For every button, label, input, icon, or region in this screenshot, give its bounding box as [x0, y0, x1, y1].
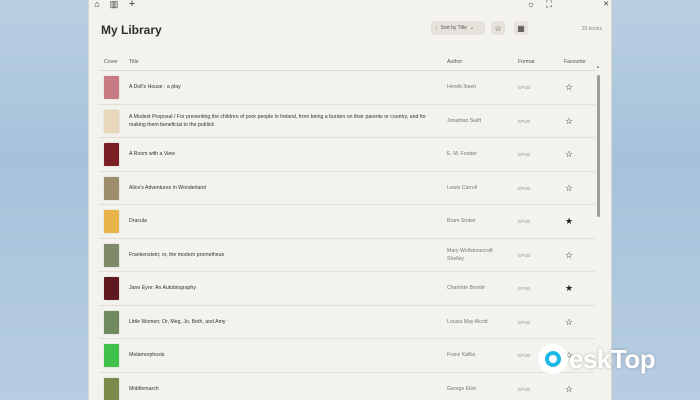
app-window: ⌂ ▥ + ☼ ⛶ ✕ My Library ↕ Sort by Title ⌄… [88, 0, 612, 400]
favourite-star-filled-icon[interactable]: ★ [565, 272, 573, 305]
book-cover[interactable] [104, 277, 119, 300]
header-favourite[interactable]: Favourite [564, 59, 586, 65]
favourite-star-icon[interactable]: ☆ [565, 105, 573, 138]
favourite-star-icon[interactable]: ☆ [565, 138, 573, 171]
books-table: Cover Title Author Format Favourite A Do… [99, 55, 595, 400]
favourite-star-icon[interactable]: ☆ [565, 71, 573, 104]
library-header: My Library ↕ Sort by Title ⌄ ☆ ▦ 20 book… [89, 14, 611, 44]
book-title[interactable]: A Room with a View [129, 138, 429, 171]
add-icon[interactable]: + [127, 0, 137, 10]
library-icon[interactable]: ▥ [109, 0, 119, 10]
book-title[interactable]: Dracula [129, 205, 429, 238]
table-row[interactable]: Metamorphosis Franz Kafka EPUB ☆ [99, 339, 595, 373]
star-outline-icon: ☆ [494, 23, 502, 33]
table-header: Cover Title Author Format Favourite [99, 55, 595, 71]
table-row[interactable]: Middlemarch George Eliot EPUB ☆ [99, 373, 595, 400]
view-toggle-button[interactable]: ▦ [514, 21, 528, 35]
table-row[interactable]: Alice's Adventures in Wonderland Lewis Ca… [99, 172, 595, 205]
header-format[interactable]: Format [518, 59, 534, 65]
watermark-logo-icon [538, 344, 568, 374]
scroll-thumb[interactable] [597, 75, 600, 217]
watermark-text: eskTop [569, 343, 656, 374]
sort-label: Sort by Title [440, 25, 467, 31]
book-author: E. M. Forster [447, 151, 477, 158]
book-cover[interactable] [104, 109, 119, 133]
book-format: EPUB [518, 185, 531, 191]
book-title[interactable]: A Doll's House : a play [129, 71, 429, 104]
book-author: Franz Kafka [447, 352, 475, 359]
book-author: Bram Stoker [447, 218, 476, 225]
close-icon[interactable]: ✕ [601, 0, 611, 10]
table-row[interactable]: Little Women; Or, Meg, Jo, Beth, and Amy… [99, 306, 595, 339]
favourite-star-filled-icon[interactable]: ★ [565, 205, 573, 238]
table-row[interactable]: Frankenstein; or, the modern prometheus M… [99, 239, 595, 272]
table-body: A Doll's House : a play Henrik Ibsen EPUB ☆… [99, 71, 595, 400]
book-format: EPUB [518, 353, 531, 358]
book-cover[interactable] [104, 344, 119, 367]
book-format: EPUB [518, 252, 531, 258]
book-format: EPUB [518, 286, 531, 291]
book-cover[interactable] [104, 243, 119, 267]
header-cover[interactable]: Cover [104, 59, 118, 65]
book-format: EPUB [518, 118, 531, 124]
watermark: eskTop [538, 341, 656, 377]
header-title[interactable]: Title [129, 59, 139, 65]
home-icon[interactable]: ⌂ [92, 0, 102, 10]
book-format: EPUB [518, 319, 531, 325]
grid-view-icon: ▦ [517, 23, 525, 33]
book-format: EPUB [518, 85, 531, 90]
book-cover[interactable] [104, 210, 119, 233]
favourite-star-icon[interactable]: ☆ [565, 172, 573, 205]
book-format: EPUB [518, 152, 531, 157]
book-title[interactable]: Alice's Adventures in Wonderland [129, 172, 429, 205]
book-title[interactable]: Frankenstein; or, the modern prometheus [129, 239, 429, 272]
table-row[interactable]: A Room with a View E. M. Forster EPUB ☆ [99, 138, 595, 172]
book-cover[interactable] [104, 176, 119, 200]
book-cover[interactable] [104, 377, 119, 400]
table-row[interactable]: Jane Eyre: An Autobiography Charlotte Bro… [99, 272, 595, 306]
table-row[interactable]: Dracula Bram Stoker EPUB ★ [99, 205, 595, 239]
scroll-up-icon[interactable]: ▲ [596, 64, 600, 69]
book-title[interactable]: A Modest Proposal / For preventing the c… [129, 105, 429, 138]
book-format: EPUB [518, 386, 531, 392]
theme-icon[interactable]: ☼ [526, 0, 536, 10]
book-author: Henrik Ibsen [447, 84, 477, 91]
sort-icon: ↕ [435, 25, 438, 31]
table-row[interactable]: A Modest Proposal / For preventing the c… [99, 105, 595, 138]
book-author: Charlotte Brontë [447, 285, 485, 292]
book-count: 20 books [581, 26, 602, 32]
favourites-filter-button[interactable]: ☆ [491, 21, 505, 35]
book-title[interactable]: Little Women; Or, Meg, Jo, Beth, and Amy [129, 306, 429, 339]
book-title[interactable]: Jane Eyre: An Autobiography [129, 272, 429, 305]
chevron-down-icon: ⌄ [469, 25, 475, 31]
book-format: EPUB [518, 219, 531, 224]
page-title: My Library [101, 23, 162, 37]
header-author[interactable]: Author [447, 59, 462, 65]
book-cover[interactable] [104, 310, 119, 334]
book-title[interactable]: Middlemarch [129, 373, 429, 400]
book-author: Louisa May Alcott [447, 318, 488, 325]
favourite-star-icon[interactable]: ☆ [565, 306, 573, 339]
book-author: Mary Wollstonecraft Shelley [447, 247, 493, 262]
favourite-star-icon[interactable]: ☆ [565, 239, 573, 272]
book-title[interactable]: Metamorphosis [129, 339, 429, 372]
title-bar: ⌂ ▥ + ☼ ⛶ ✕ [89, 0, 611, 10]
book-author: Jonathan Swift [447, 117, 482, 124]
sort-button[interactable]: ↕ Sort by Title ⌄ [431, 21, 485, 35]
book-cover[interactable] [104, 143, 119, 166]
book-cover[interactable] [104, 76, 119, 99]
fullscreen-icon[interactable]: ⛶ [544, 0, 554, 10]
table-row[interactable]: A Doll's House : a play Henrik Ibsen EPUB ☆ [99, 71, 595, 105]
book-author: Lewis Carroll [447, 184, 477, 191]
book-author: George Eliot [447, 385, 476, 392]
